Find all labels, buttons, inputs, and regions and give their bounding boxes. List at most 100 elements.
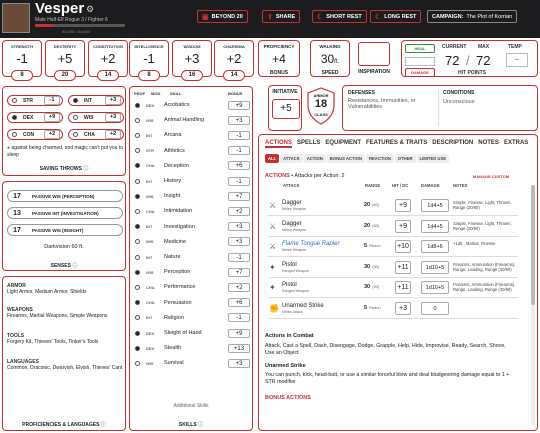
damage-button[interactable]: 1d8+6: [421, 240, 449, 253]
saving-throw-dex[interactable]: DEX +9: [7, 112, 63, 123]
proficiency-dot-icon: [135, 193, 140, 199]
skill-ability: DEX: [146, 330, 155, 336]
avatar[interactable]: [2, 3, 30, 33]
skill-athletics[interactable]: STR Athletics -1: [132, 145, 250, 157]
action-name[interactable]: Pistol: [282, 262, 297, 268]
action-row[interactable]: ✦ Pistol Ranged Weapon 30 (90) +11 1d10+5 Firea…: [268, 258, 518, 278]
action-row[interactable]: ✊ Unarmed Strike Melee Attack 5 Reach +3 0: [268, 299, 518, 319]
skill-survival[interactable]: WIS Survival +3: [132, 357, 250, 369]
saving-throw-con[interactable]: CON +2: [7, 129, 63, 140]
hit-bonus-button[interactable]: +11: [395, 281, 411, 294]
skill-acrobatics[interactable]: DEX Acrobatics +9: [132, 99, 250, 111]
hp-temp[interactable]: --: [506, 53, 528, 67]
hp-change-input[interactable]: [405, 57, 435, 66]
saving-throw-int[interactable]: INT +3: [68, 95, 124, 106]
hit-bonus-button[interactable]: +11: [395, 260, 411, 274]
manage-custom-link[interactable]: MANAGE CUSTOM: [473, 174, 509, 179]
action-name[interactable]: Flame Tongue Rapier: [282, 241, 339, 247]
filter-action[interactable]: ACTION: [303, 154, 326, 163]
skill-performance[interactable]: CHA Performance +2: [132, 281, 250, 293]
beyond20-button[interactable]: ▣ BEYOND 20: [197, 10, 248, 23]
damage-button[interactable]: 1d4+5: [421, 219, 449, 233]
skill-deception[interactable]: CHA Deception +6: [132, 160, 250, 172]
skill-investigation[interactable]: INT Investigation +3: [132, 221, 250, 233]
action-name[interactable]: Pistol: [282, 282, 297, 288]
hit-bonus-button[interactable]: +9: [395, 219, 411, 233]
action-row[interactable]: ⚔ Flame Tongue Rapier Melee Weapon 5 Reach +1…: [268, 237, 518, 257]
skill-ability: WIS: [146, 360, 154, 366]
action-type: Ranged Weapon: [282, 289, 309, 293]
tab-equipment[interactable]: EQUIPMENT: [325, 140, 361, 146]
initiative-box[interactable]: INITIATIVE +5: [268, 85, 302, 131]
senses-box: 17 PASSIVE WIS (PERCEPTION) 13 PASSIVE INT …: [2, 181, 126, 271]
filter-other[interactable]: OTHER: [394, 154, 416, 163]
action-row[interactable]: ✦ Pistol Ranged Weapon 30 (90) +11 1d10+5 Firea…: [268, 278, 518, 298]
saving-throw-cha[interactable]: CHA +2: [68, 129, 124, 140]
hit-bonus-button[interactable]: +10: [395, 240, 411, 253]
share-button[interactable]: ⇪ SHARE: [262, 10, 301, 23]
heal-button[interactable]: HEAL: [405, 44, 435, 53]
skill-animal-handling[interactable]: WIS Animal Handling +3: [132, 114, 250, 126]
ability-dexterity[interactable]: DEXTERITY +5 20: [45, 40, 85, 81]
skill-ability: CHA: [146, 300, 155, 306]
filter-reaction[interactable]: REACTION: [365, 154, 394, 163]
skill-intimidation[interactable]: CHA Intimidation +2: [132, 205, 250, 217]
campaign-button[interactable]: CAMPAIGN: The Plot of Korrian: [427, 10, 518, 23]
filter-all[interactable]: ALL: [265, 154, 280, 163]
hp-current[interactable]: 72: [445, 53, 459, 68]
long-rest-button[interactable]: ☾ LONG REST: [370, 10, 422, 23]
action-row[interactable]: ⚔ Dagger Melee Weapon 20 (60) +9 1d4+5 Simple, …: [268, 196, 518, 216]
skill-persuasion[interactable]: CHA Persuasion +6: [132, 297, 250, 309]
skill-arcana[interactable]: INT Arcana -1: [132, 129, 250, 141]
damage-button[interactable]: DAMAGE: [405, 68, 435, 77]
action-name[interactable]: Dagger: [282, 221, 302, 227]
additional-skills[interactable]: Additional Skills: [130, 403, 252, 409]
ability-wisdom[interactable]: WISDOM +3 16: [172, 40, 212, 81]
skill-stealth[interactable]: DEX Stealth +13: [132, 342, 250, 354]
skill-name: Acrobatics: [164, 102, 190, 108]
saving-throw-wis[interactable]: WIS +3: [68, 112, 124, 123]
skill-perception[interactable]: WIS Perception +7: [132, 266, 250, 278]
tab-notes[interactable]: NOTES: [478, 140, 499, 146]
inspiration-box[interactable]: [358, 42, 390, 66]
hit-bonus-button[interactable]: +9: [395, 199, 411, 212]
tab-actions[interactable]: ACTIONS: [265, 140, 292, 148]
saving-throw-bonus: -1: [44, 96, 60, 105]
skill-nature[interactable]: INT Nature -1: [132, 251, 250, 263]
tab-description[interactable]: DESCRIPTION: [432, 140, 473, 146]
action-row[interactable]: ⚔ Dagger Melee Weapon 20 (60) +9 1d4+5 Simple, …: [268, 217, 518, 237]
skill-insight[interactable]: WIS Insight +7: [132, 190, 250, 202]
damage-button[interactable]: 0: [421, 301, 449, 315]
passive-value: 13: [13, 209, 21, 217]
skill-sleight-of-hand[interactable]: DEX Sleight of Hand +9: [132, 327, 250, 339]
damage-button[interactable]: 1d10+5: [421, 260, 449, 274]
tab-features-traits[interactable]: FEATURES & TRAITS: [366, 140, 427, 146]
saving-throw-str[interactable]: STR -1: [7, 95, 63, 106]
damage-button[interactable]: 1d4+5: [421, 199, 449, 212]
skill-bonus: +9: [228, 100, 250, 110]
gear-icon[interactable]: ⚙: [86, 4, 94, 15]
conditions[interactable]: CONDITIONS Unconscious: [443, 90, 475, 105]
action-name[interactable]: Unarmed Strike: [282, 303, 324, 309]
ability-charisma[interactable]: CHARISMA +2 14: [214, 40, 254, 81]
scrollbar[interactable]: [531, 185, 535, 425]
ability-intelligence[interactable]: INTELLIGENCE -1 8: [129, 40, 169, 81]
skill-religion[interactable]: INT Religion -1: [132, 312, 250, 324]
filter-bonus-action[interactable]: BONUS ACTION: [326, 154, 365, 163]
skill-history[interactable]: INT History -1: [132, 175, 250, 187]
tab-extras[interactable]: EXTRAS: [504, 140, 528, 146]
defenses[interactable]: DEFENSES Resistances, Immunities, or Vul…: [343, 90, 439, 126]
ability-strength[interactable]: STRENGTH -1 8: [2, 40, 42, 81]
filter-limited-use[interactable]: LIMITED USE: [416, 154, 450, 163]
short-rest-button[interactable]: ☾ SHORT REST: [312, 10, 367, 23]
action-type: Melee Weapon: [282, 248, 307, 252]
filter-attack[interactable]: ATTACK: [280, 154, 303, 163]
skill-medicine[interactable]: WIS Medicine +3: [132, 236, 250, 248]
hit-bonus-button[interactable]: +3: [395, 301, 411, 315]
tab-spells[interactable]: SPELLS: [297, 140, 320, 146]
ability-name: WISDOM: [183, 44, 201, 49]
inspiration[interactable]: INSPIRATION: [355, 40, 393, 77]
action-name[interactable]: Dagger: [282, 200, 302, 206]
ability-constitution[interactable]: CONSTITUTION +2 14: [88, 40, 128, 81]
damage-button[interactable]: 1d10+5: [421, 281, 449, 294]
